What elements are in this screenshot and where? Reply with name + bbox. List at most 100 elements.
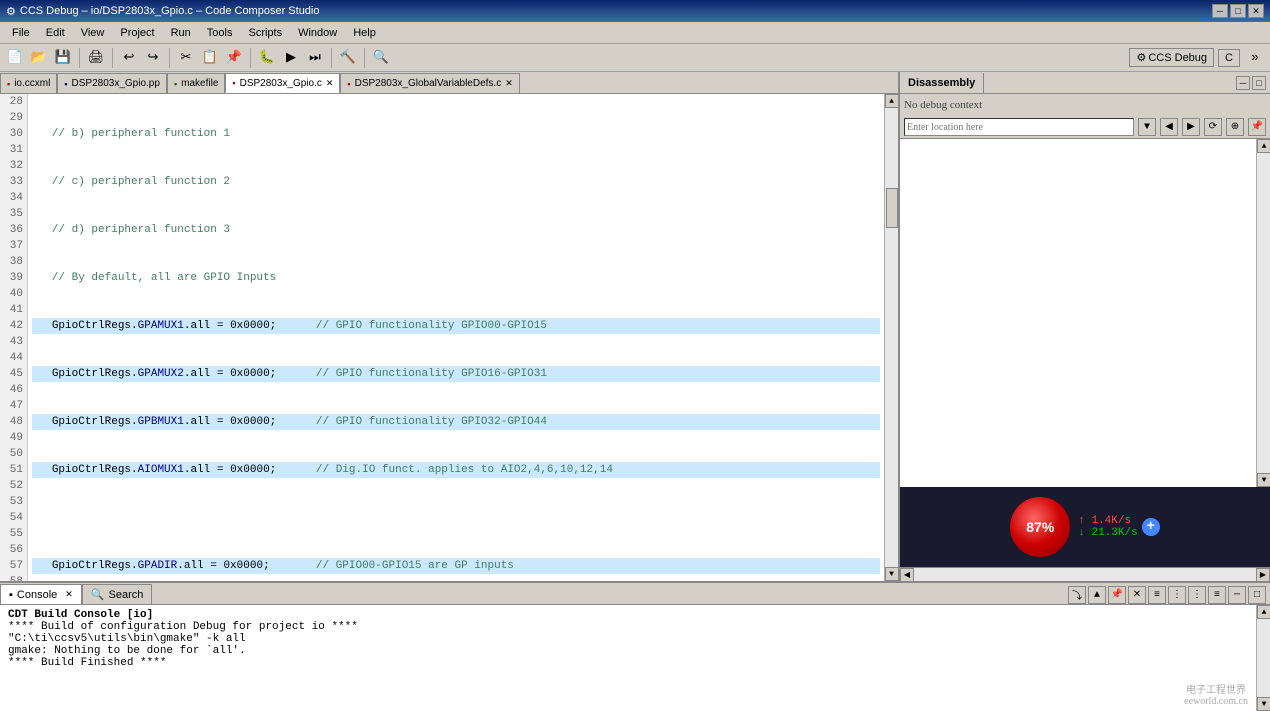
code-line-28: // b) peripheral function 1 xyxy=(32,126,880,142)
console-minimize[interactable]: ─ xyxy=(1228,586,1246,604)
tab-dsp2803x-gpio-pp[interactable]: ▪ DSP2803x_Gpio.pp xyxy=(57,73,167,93)
scroll-track[interactable] xyxy=(885,108,898,567)
toolbar-open[interactable]: 📂 xyxy=(28,47,50,69)
window-title: CCS Debug – io/DSP2803x_Gpio.c – Code Co… xyxy=(20,5,320,17)
console-maximize[interactable]: □ xyxy=(1248,586,1266,604)
menu-project[interactable]: Project xyxy=(112,25,162,41)
console-menu2[interactable]: ⋮ xyxy=(1168,586,1186,604)
close-button[interactable]: ✕ xyxy=(1248,4,1264,18)
console-content[interactable]: CDT Build Console [io] **** Build of con… xyxy=(0,605,1256,711)
console-menu1[interactable]: ≡ xyxy=(1148,586,1166,604)
c-perspective[interactable]: C xyxy=(1218,49,1240,67)
toolbar-build[interactable]: 🔨 xyxy=(337,47,359,69)
location-bookmark-btn[interactable]: ⊕ xyxy=(1226,118,1244,136)
tab-close-dsp-global[interactable]: ✕ xyxy=(505,78,513,89)
console-scroll-arrow-down[interactable]: ▼ xyxy=(1257,697,1270,711)
menu-bar: File Edit View Project Run Tools Scripts… xyxy=(0,22,1270,44)
console-clear[interactable]: ✕ xyxy=(1128,586,1146,604)
scroll-up-arrow[interactable]: ▲ xyxy=(885,94,899,108)
meter-plus-button[interactable]: + xyxy=(1142,518,1160,536)
editor-scrollbar[interactable]: ▲ ▼ xyxy=(884,94,898,581)
toolbar-save[interactable]: 💾 xyxy=(52,47,74,69)
network-meter: 87% ↑ 1.4K/s ↓ 21.3K/s + xyxy=(900,487,1270,567)
maximize-button[interactable]: □ xyxy=(1230,4,1246,18)
console-scroll-up[interactable]: ▲ xyxy=(1088,586,1106,604)
hscroll-left[interactable]: ◀ xyxy=(900,568,914,582)
tab-dsp2803x-globalvariabledefs[interactable]: ▪ DSP2803x_GlobalVariableDefs.c ✕ xyxy=(340,73,519,93)
watermark: 电子工程世界 eeworld.com.cn xyxy=(1184,681,1248,707)
console-scrollbar[interactable]: ▲ ▼ xyxy=(1256,605,1270,711)
tab-close-dsp-c[interactable]: ✕ xyxy=(326,78,334,89)
hscroll-right[interactable]: ▶ xyxy=(1256,568,1270,582)
ccs-debug-perspective[interactable]: ⚙ CCS Debug xyxy=(1129,48,1214,67)
code-content[interactable]: // b) peripheral function 1 // c) periph… xyxy=(28,94,884,581)
console-menu4[interactable]: ≡ xyxy=(1208,586,1226,604)
console-scroll-end[interactable]: ⤵ xyxy=(1068,586,1086,604)
console-scroll-track xyxy=(1257,619,1270,697)
location-refresh-btn[interactable]: ⟳ xyxy=(1204,118,1222,136)
menu-edit[interactable]: Edit xyxy=(38,25,73,41)
toolbar-copy[interactable]: 📋 xyxy=(199,47,221,69)
menu-scripts[interactable]: Scripts xyxy=(240,25,290,41)
console-title: CDT Build Console [io] xyxy=(8,609,1248,621)
toolbar-more[interactable]: » xyxy=(1244,47,1266,69)
toolbar-paste[interactable]: 📌 xyxy=(223,47,245,69)
dis-scroll-down[interactable]: ▼ xyxy=(1257,473,1270,487)
code-line-30: // d) peripheral function 3 xyxy=(32,222,880,238)
disassembly-tab[interactable]: Disassembly xyxy=(900,73,984,93)
location-pin-btn[interactable]: 📌 xyxy=(1248,118,1266,136)
watermark-line1: 电子工程世界 xyxy=(1184,681,1248,696)
scroll-thumb[interactable] xyxy=(886,188,898,228)
minimize-button[interactable]: ─ xyxy=(1212,4,1228,18)
tab-makefile[interactable]: ▪ makefile xyxy=(167,73,225,93)
menu-run[interactable]: Run xyxy=(163,25,199,41)
location-fwd-btn[interactable]: ▶ xyxy=(1182,118,1200,136)
scroll-down-arrow[interactable]: ▼ xyxy=(885,567,899,581)
disassembly-tab-bar: Disassembly ─ □ xyxy=(900,72,1270,94)
menu-file[interactable]: File xyxy=(4,25,38,41)
console-scroll-arrow-up[interactable]: ▲ xyxy=(1257,605,1270,619)
toolbar-redo[interactable]: ↪ xyxy=(142,47,164,69)
title-bar-left: ⚙ CCS Debug – io/DSP2803x_Gpio.c – Code … xyxy=(6,5,320,18)
pane-maximize-btn[interactable]: □ xyxy=(1252,76,1266,90)
tab-label-dsp-pp: DSP2803x_Gpio.pp xyxy=(72,78,160,89)
right-pane-hscrollbar[interactable]: ◀ ▶ xyxy=(900,567,1270,581)
meter-stats: ↑ 1.4K/s ↓ 21.3K/s xyxy=(1078,515,1137,539)
location-input[interactable] xyxy=(904,118,1134,136)
menu-tools[interactable]: Tools xyxy=(199,25,241,41)
location-go-btn[interactable]: ▼ xyxy=(1138,118,1156,136)
toolbar-sep2 xyxy=(112,48,113,68)
tab-search[interactable]: 🔍 Search xyxy=(82,584,153,604)
toolbar-undo[interactable]: ↩ xyxy=(118,47,140,69)
tab-io-ccxml[interactable]: ▪ io.ccxml xyxy=(0,73,57,93)
menu-help[interactable]: Help xyxy=(345,25,384,41)
console-pin[interactable]: 📌 xyxy=(1108,586,1126,604)
pane-minimize-btn[interactable]: ─ xyxy=(1236,76,1250,90)
menu-view[interactable]: View xyxy=(73,25,113,41)
toolbar-cut[interactable]: ✂ xyxy=(175,47,197,69)
toolbar-step[interactable]: ⏭ xyxy=(304,47,326,69)
title-bar-controls[interactable]: ─ □ ✕ xyxy=(1212,4,1264,18)
code-line-32: GpioCtrlRegs.GPAMUX1.all = 0x0000; // GP… xyxy=(32,318,880,334)
tab-label-makefile: makefile xyxy=(181,78,218,89)
location-back-btn[interactable]: ◀ xyxy=(1160,118,1178,136)
tab-dsp2803x-gpio-c[interactable]: ▪ DSP2803x_Gpio.c ✕ xyxy=(225,73,340,93)
console-tab-close[interactable]: ✕ xyxy=(65,589,73,600)
menu-window[interactable]: Window xyxy=(290,25,345,41)
no-debug-text: No debug context xyxy=(904,99,982,111)
toolbar-search[interactable]: 🔍 xyxy=(370,47,392,69)
toolbar-print[interactable]: 🖨 xyxy=(85,47,107,69)
console-tab-icon: ▪ xyxy=(9,589,13,601)
bottom-tab-bar: ▪ Console ✕ 🔍 Search ⤵ ▲ 📌 ✕ ≡ ⋮ ⋮ ≡ ─ □ xyxy=(0,583,1270,605)
code-line-33: GpioCtrlRegs.GPAMUX2.all = 0x0000; // GP… xyxy=(32,366,880,382)
toolbar-run[interactable]: ▶ xyxy=(280,47,302,69)
toolbar-new[interactable]: 📄 xyxy=(4,47,26,69)
console-menu3[interactable]: ⋮ xyxy=(1188,586,1206,604)
dis-scroll-up[interactable]: ▲ xyxy=(1257,139,1270,153)
hscroll-track xyxy=(914,568,1256,581)
disassembly-scrollbar[interactable]: ▲ ▼ xyxy=(1256,139,1270,487)
tab-console[interactable]: ▪ Console ✕ xyxy=(0,584,82,604)
toolbar-debug[interactable]: 🐛 xyxy=(256,47,278,69)
meter-percentage: 87% xyxy=(1026,519,1054,535)
disassembly-content: ▲ ▼ xyxy=(900,139,1270,487)
